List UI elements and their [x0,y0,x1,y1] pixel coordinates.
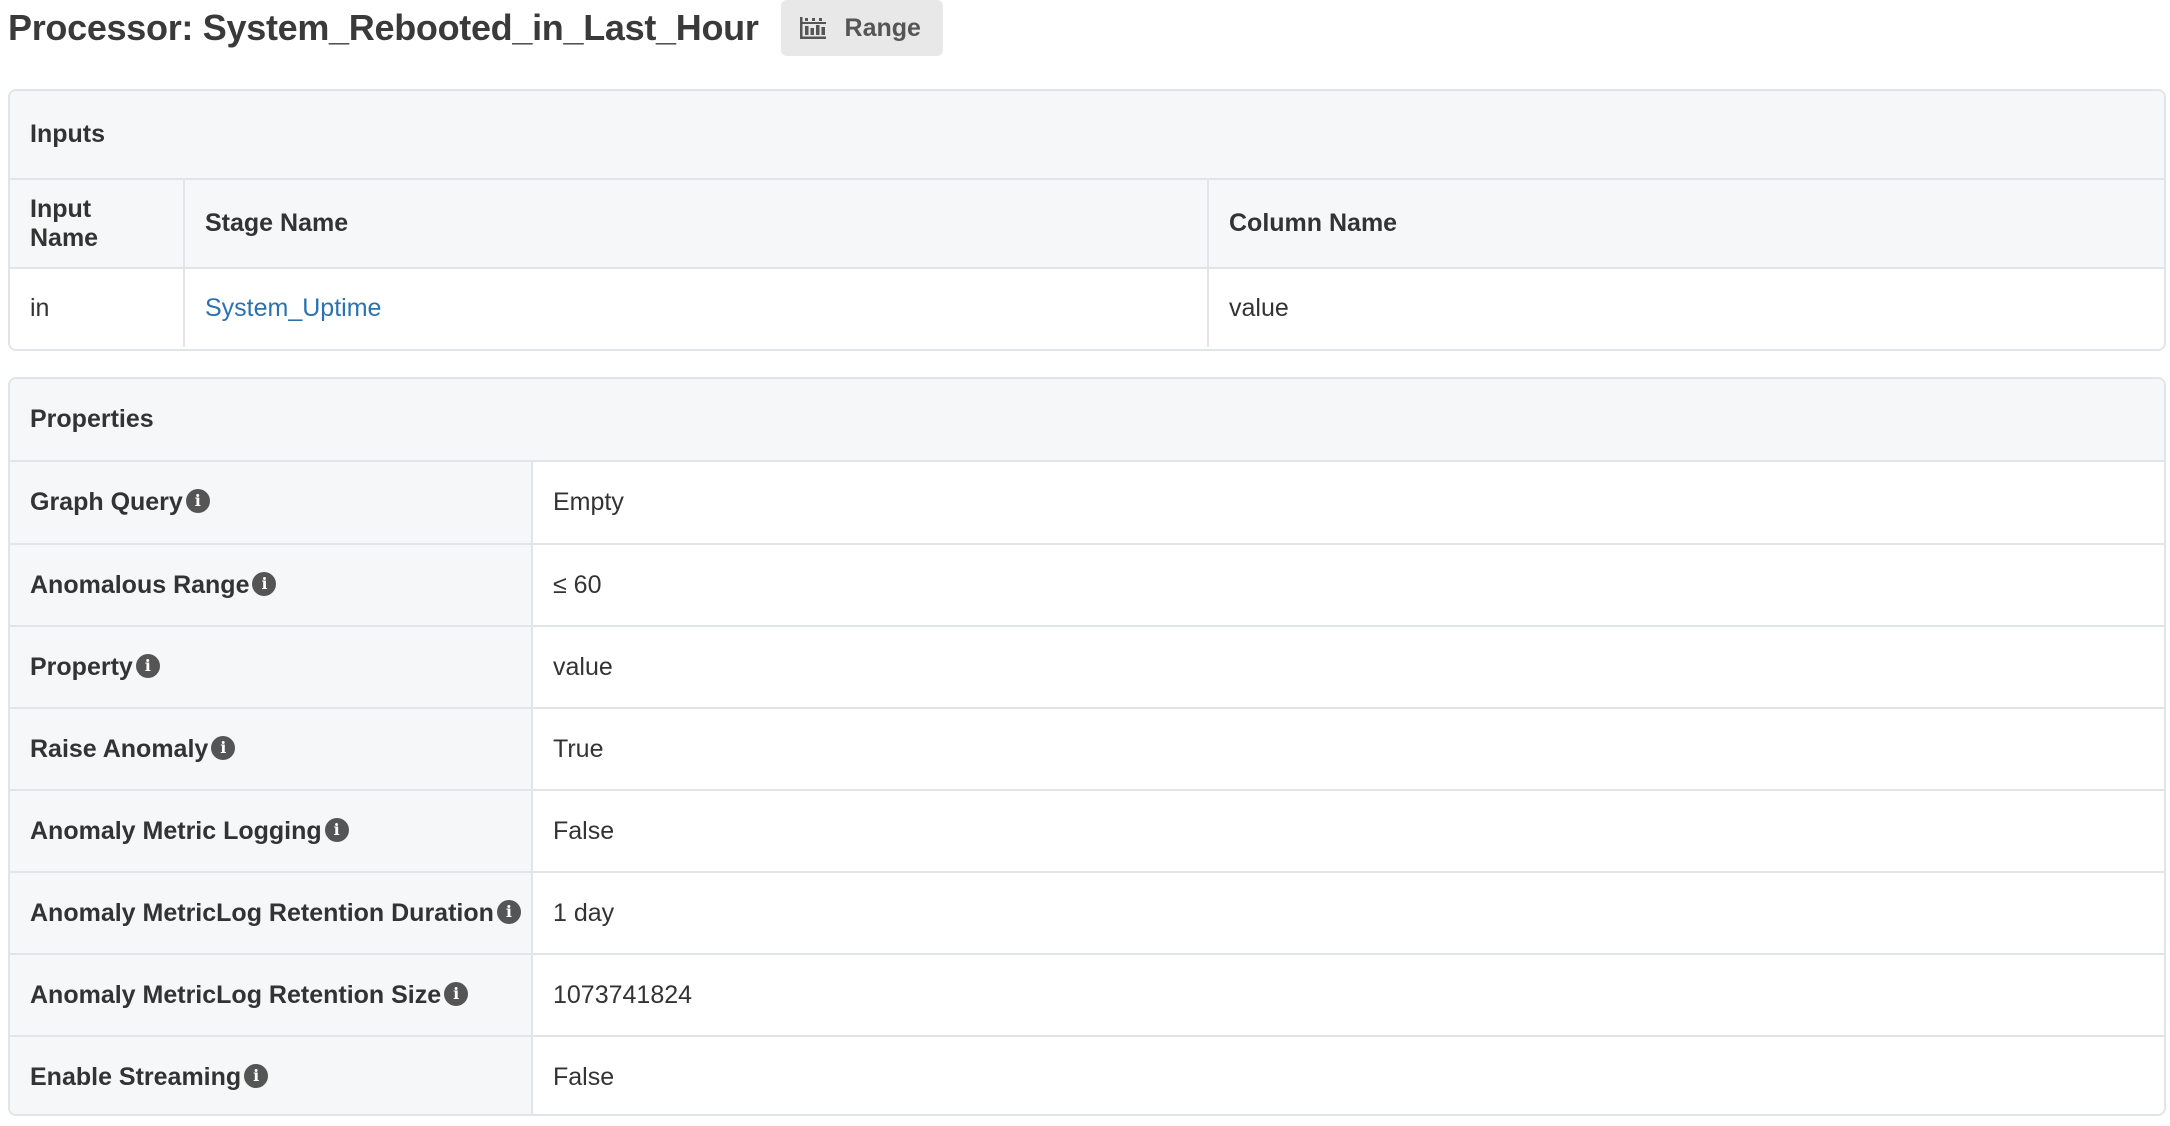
inputs-table: Input Name Stage Name Column Name in Sys… [10,180,2164,347]
page-title: Processor: System_Rebooted_in_Last_Hour [8,7,759,48]
property-row-raise-anomaly: Raise Anomaly i True [10,708,2164,791]
property-value: True [532,708,2164,791]
property-row-anomalous-range: Anomalous Range i ≤ 60 [10,544,2164,627]
table-row: in System_Uptime value [10,268,2164,347]
property-value: False [532,790,2164,873]
properties-heading: Properties [10,379,2164,462]
column-header-stage-name: Stage Name [184,180,1209,269]
property-label: Anomaly MetricLog Retention Duration [30,898,494,927]
property-row-anomaly-metric-logging: Anomaly Metric Logging i False [10,790,2164,873]
property-value: value [532,626,2164,709]
property-label: Anomalous Range [30,570,250,599]
property-label: Graph Query [30,488,183,516]
properties-panel: Properties Graph Query i Empty Anomalous … [8,377,2166,1116]
page-header: Processor: System_Rebooted_in_Last_Hour … [8,0,2159,56]
stage-name-cell: System_Uptime [184,268,1209,347]
column-header-column-name: Column Name [1208,180,2164,269]
stage-link-system-uptime[interactable]: System_Uptime [205,294,381,322]
inputs-panel: Inputs Input Name Stage Name Column Name… [8,89,2166,351]
property-row-retention-size: Anomaly MetricLog Retention Size i 107374… [10,954,2164,1037]
range-chart-icon [799,15,827,41]
inputs-heading: Inputs [10,91,2164,180]
info-icon[interactable]: i [135,653,160,678]
column-name-cell: value [1229,293,1289,322]
property-label: Property [30,652,133,681]
badge-label: Range [844,13,921,42]
info-icon[interactable]: i [324,817,349,842]
property-value: 1 day [532,872,2164,955]
property-label: Anomaly MetricLog Retention Size [30,980,442,1009]
info-icon[interactable]: i [444,981,469,1006]
column-header-input-name: Input Name [10,180,185,269]
property-row-retention-duration: Anomaly MetricLog Retention Duration i 1 … [10,872,2164,955]
properties-table: Graph Query i Empty Anomalous Range i ≤ 60… [10,462,2164,1114]
property-label: Enable Streaming [30,1063,242,1091]
property-label: Raise Anomaly [30,734,209,763]
property-value: Empty [532,462,2164,545]
info-icon[interactable]: i [244,1064,269,1089]
property-label: Anomaly Metric Logging [30,816,322,845]
info-icon[interactable]: i [185,489,210,514]
processor-type-badge: Range [780,0,943,56]
property-row-graph-query: Graph Query i Empty [10,462,2164,545]
processor-page: Processor: System_Rebooted_in_Last_Hour … [0,0,2170,1126]
info-icon[interactable]: i [211,735,236,760]
property-value: 1073741824 [532,954,2164,1037]
info-icon[interactable]: i [252,571,277,596]
property-row-enable-streaming: Enable Streaming i False [10,1036,2164,1114]
property-value: ≤ 60 [532,544,2164,627]
info-icon[interactable]: i [496,899,521,924]
property-value: False [553,1063,615,1091]
input-name-cell: in [10,268,185,347]
property-row-property: Property i value [10,626,2164,709]
